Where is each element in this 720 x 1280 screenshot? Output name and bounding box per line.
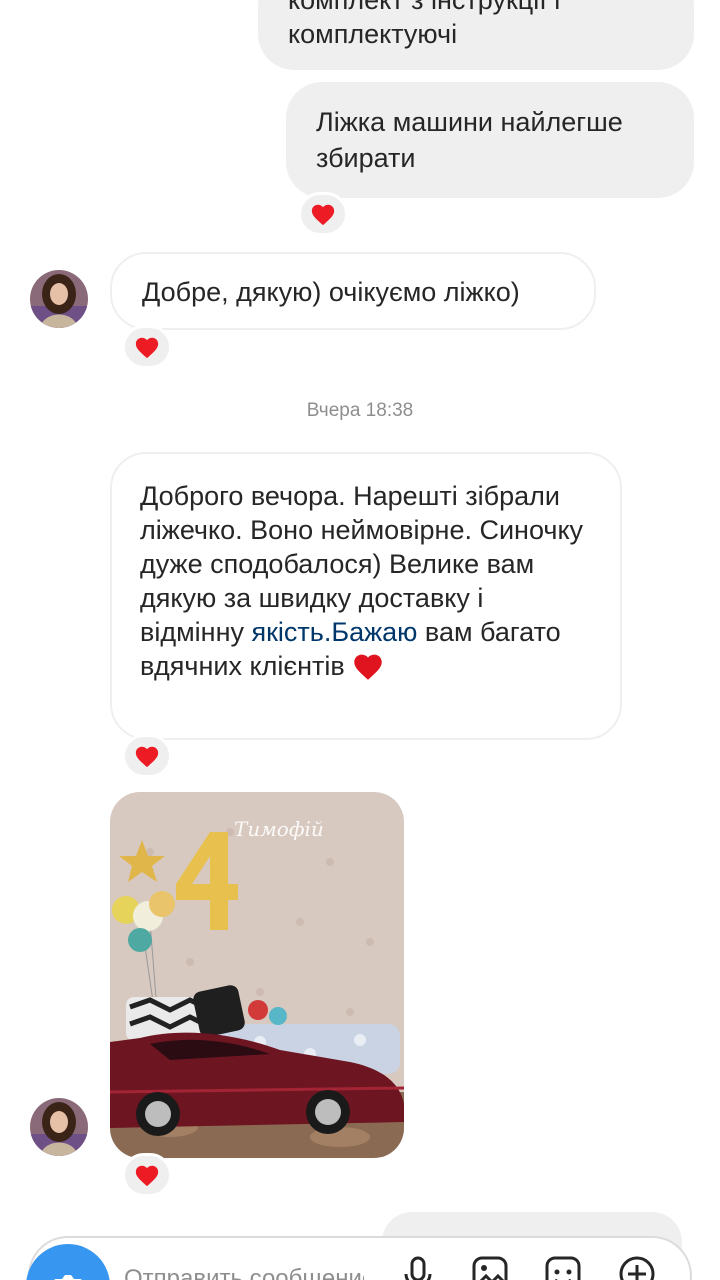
message-text: комплектуючі — [288, 19, 458, 49]
message-text: Добре, дякую) очікуємо ліжко) — [142, 277, 520, 307]
reaction-badge[interactable] — [298, 192, 348, 236]
heart-icon — [311, 204, 335, 226]
message-text: Ліжка машини найлегше збирати — [316, 107, 623, 173]
heart-emoji-icon — [354, 654, 382, 680]
heart-icon — [135, 746, 159, 768]
heart-icon — [135, 1165, 159, 1187]
message-timestamp: Вчера 18:38 — [306, 400, 414, 421]
plus-icon — [619, 1256, 655, 1280]
incoming-message-bubble[interactable]: Доброго вечора. Нарешті зібрали ліжечко.… — [110, 452, 622, 740]
avatar[interactable] — [30, 1098, 88, 1156]
heart-icon — [135, 337, 159, 359]
camera-icon — [54, 1275, 82, 1280]
avatar[interactable] — [30, 270, 88, 328]
message-link[interactable]: якість.Бажаю — [251, 617, 417, 647]
microphone-icon — [404, 1256, 432, 1280]
reaction-badge[interactable] — [122, 325, 172, 369]
gallery-icon — [472, 1256, 508, 1280]
incoming-message-bubble[interactable]: Добре, дякую) очікуємо ліжко) — [110, 252, 596, 330]
outgoing-message-bubble[interactable]: Ліжка машини найлегше збирати — [286, 82, 694, 198]
sticker-button[interactable] — [543, 1254, 583, 1280]
message-input[interactable] — [124, 1264, 364, 1280]
reaction-badge[interactable] — [122, 734, 172, 778]
outgoing-message-bubble[interactable]: комплект з інструкції і комплектуючі — [258, 0, 694, 70]
sticker-icon — [545, 1256, 581, 1280]
photo-message[interactable]: Тимофій — [110, 792, 404, 1158]
microphone-button[interactable] — [398, 1254, 438, 1280]
plus-button[interactable] — [617, 1254, 657, 1280]
gallery-button[interactable] — [470, 1254, 510, 1280]
photo-caption: Тимофій — [234, 817, 324, 841]
reaction-badge[interactable] — [122, 1153, 172, 1197]
